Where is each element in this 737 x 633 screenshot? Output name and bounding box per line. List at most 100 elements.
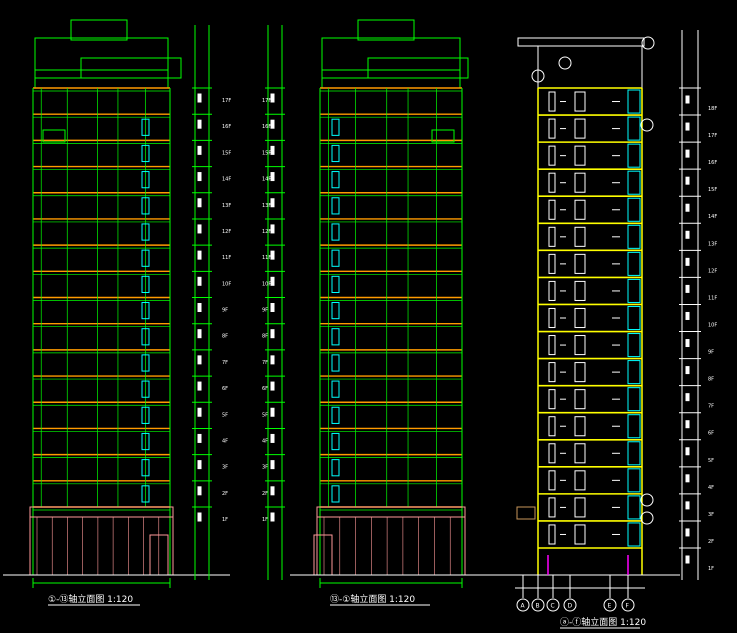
floor-label-left-of-b: 10F xyxy=(262,281,271,287)
side-balcony xyxy=(627,224,641,249)
side-dim-text xyxy=(685,555,690,564)
elevation-side-title: ⓐ-ⓕ轴立面图 1:120 xyxy=(560,616,646,628)
detail-bubble xyxy=(640,511,654,525)
window xyxy=(331,328,340,346)
side-floor-label: 9F xyxy=(708,350,714,356)
side-window xyxy=(548,226,556,247)
side-dim-text xyxy=(685,447,690,456)
dim-text xyxy=(270,460,275,470)
floor-label-right-of-a: 6F xyxy=(222,386,228,392)
dim-text xyxy=(197,93,202,103)
floor-label-right-of-a: 8F xyxy=(222,334,228,340)
side-dim-text xyxy=(685,393,690,402)
side-balcony xyxy=(627,387,641,412)
side-dim-text xyxy=(685,203,690,212)
elevation-a-drawing: 17F 16F 15F 14F 13F 12F 11F 10F 9F 8F 7F 6F 5F 4F 3F 2F… xyxy=(3,19,231,588)
dim-text xyxy=(270,329,275,339)
dim-text xyxy=(197,407,202,417)
dim-text xyxy=(197,119,202,129)
floor-label-right-of-a: 13F xyxy=(222,203,231,209)
floor-label-right-of-a: 3F xyxy=(222,465,228,471)
axis-bubble-label: C xyxy=(551,603,555,610)
window xyxy=(331,302,340,320)
dim-text xyxy=(197,172,202,182)
dim-text xyxy=(270,407,275,417)
floor-label-right-of-a: 14F xyxy=(222,177,231,183)
floor-label-right-of-a: 4F xyxy=(222,438,228,444)
roof-parapet xyxy=(537,45,643,89)
window xyxy=(331,144,340,163)
side-floor-label: 14F xyxy=(708,214,717,220)
dim-text xyxy=(197,460,202,470)
dim-text xyxy=(270,512,275,522)
elevation-drawing: 17F 16F 15F 14F 13F 12F 11F 10F 9F 8F 7F 6F 5F 4F 3F 2F… xyxy=(3,19,717,629)
side-balcony xyxy=(627,278,641,303)
floor-label-left-of-b: 13F xyxy=(262,203,271,209)
floor-label-left-of-b: 14F xyxy=(262,177,271,183)
side-floor-label: 3F xyxy=(708,512,714,518)
elevation-a-title: ①-⑬轴立面图 1:120 xyxy=(48,593,133,605)
side-window xyxy=(548,253,556,274)
dim-text xyxy=(270,486,275,496)
side-dim-text xyxy=(685,284,690,293)
dim-text xyxy=(197,198,202,208)
side-dim-text xyxy=(685,95,690,104)
floor-label-left-of-b: 11F xyxy=(262,255,271,261)
side-window xyxy=(574,416,586,437)
side-floor-label: 12F xyxy=(708,268,717,274)
floor-label-left-of-b: 3F xyxy=(262,465,268,471)
window xyxy=(331,223,340,241)
side-floor-label: 7F xyxy=(708,404,714,410)
floor-label-right-of-a: 2F xyxy=(222,491,228,497)
side-floor-label: 18F xyxy=(708,106,717,112)
dim-text xyxy=(197,486,202,496)
dim-text xyxy=(197,250,202,260)
floor-label-left-of-b: 4F xyxy=(262,438,268,444)
side-window xyxy=(574,307,586,329)
side-dim-text xyxy=(685,257,690,266)
side-floor-label: 17F xyxy=(708,133,717,139)
side-floor-label: 13F xyxy=(708,241,717,247)
side-dim-text xyxy=(685,149,690,158)
side-balcony xyxy=(627,522,641,547)
side-balcony xyxy=(627,116,641,141)
side-floor-label: 2F xyxy=(708,539,714,545)
side-window xyxy=(548,118,556,139)
dim-text xyxy=(270,224,275,234)
floor-label-left-of-b: 1F xyxy=(262,517,268,523)
floor-label-left-of-b: 12F xyxy=(262,229,271,235)
window xyxy=(331,249,340,267)
side-floor-label: 5F xyxy=(708,458,714,464)
floor-label-left-of-b: 15F xyxy=(262,150,271,156)
side-window xyxy=(548,524,556,545)
dim-text xyxy=(270,119,275,129)
axis-bubble-label: E xyxy=(608,603,612,610)
floor-label-right-of-a: 10F xyxy=(222,281,231,287)
side-balcony xyxy=(627,251,641,276)
side-window xyxy=(574,443,586,464)
side-window xyxy=(548,416,556,437)
side-floor-label: 10F xyxy=(708,322,717,328)
side-balcony xyxy=(627,333,641,358)
elevation-b-drawing: 17F 16F 15F 14F 13F 12F 11F 10F 9F 8F 7F 6F 5F 4F 3F 2F… xyxy=(262,19,522,588)
detail-bubble xyxy=(640,118,654,132)
dim-text xyxy=(197,329,202,339)
floor-label-right-of-a: 17F xyxy=(222,98,231,104)
dim-text xyxy=(270,433,275,443)
side-window xyxy=(574,145,586,166)
side-window xyxy=(574,524,586,545)
side-balcony xyxy=(627,197,641,222)
side-balcony xyxy=(627,305,641,331)
side-window xyxy=(574,335,586,356)
axis-bubble-label: B xyxy=(536,603,540,610)
side-window xyxy=(574,362,586,383)
floor-label-right-of-a: 1F xyxy=(222,517,228,523)
detail-bubble xyxy=(640,493,654,507)
dim-text xyxy=(197,303,202,312)
side-floor-label: 6F xyxy=(708,431,714,437)
side-floor-label: 8F xyxy=(708,377,714,383)
side-window xyxy=(574,91,586,112)
side-window xyxy=(574,118,586,139)
side-window xyxy=(548,172,556,193)
floor-label-right-of-a: 9F xyxy=(222,308,228,314)
